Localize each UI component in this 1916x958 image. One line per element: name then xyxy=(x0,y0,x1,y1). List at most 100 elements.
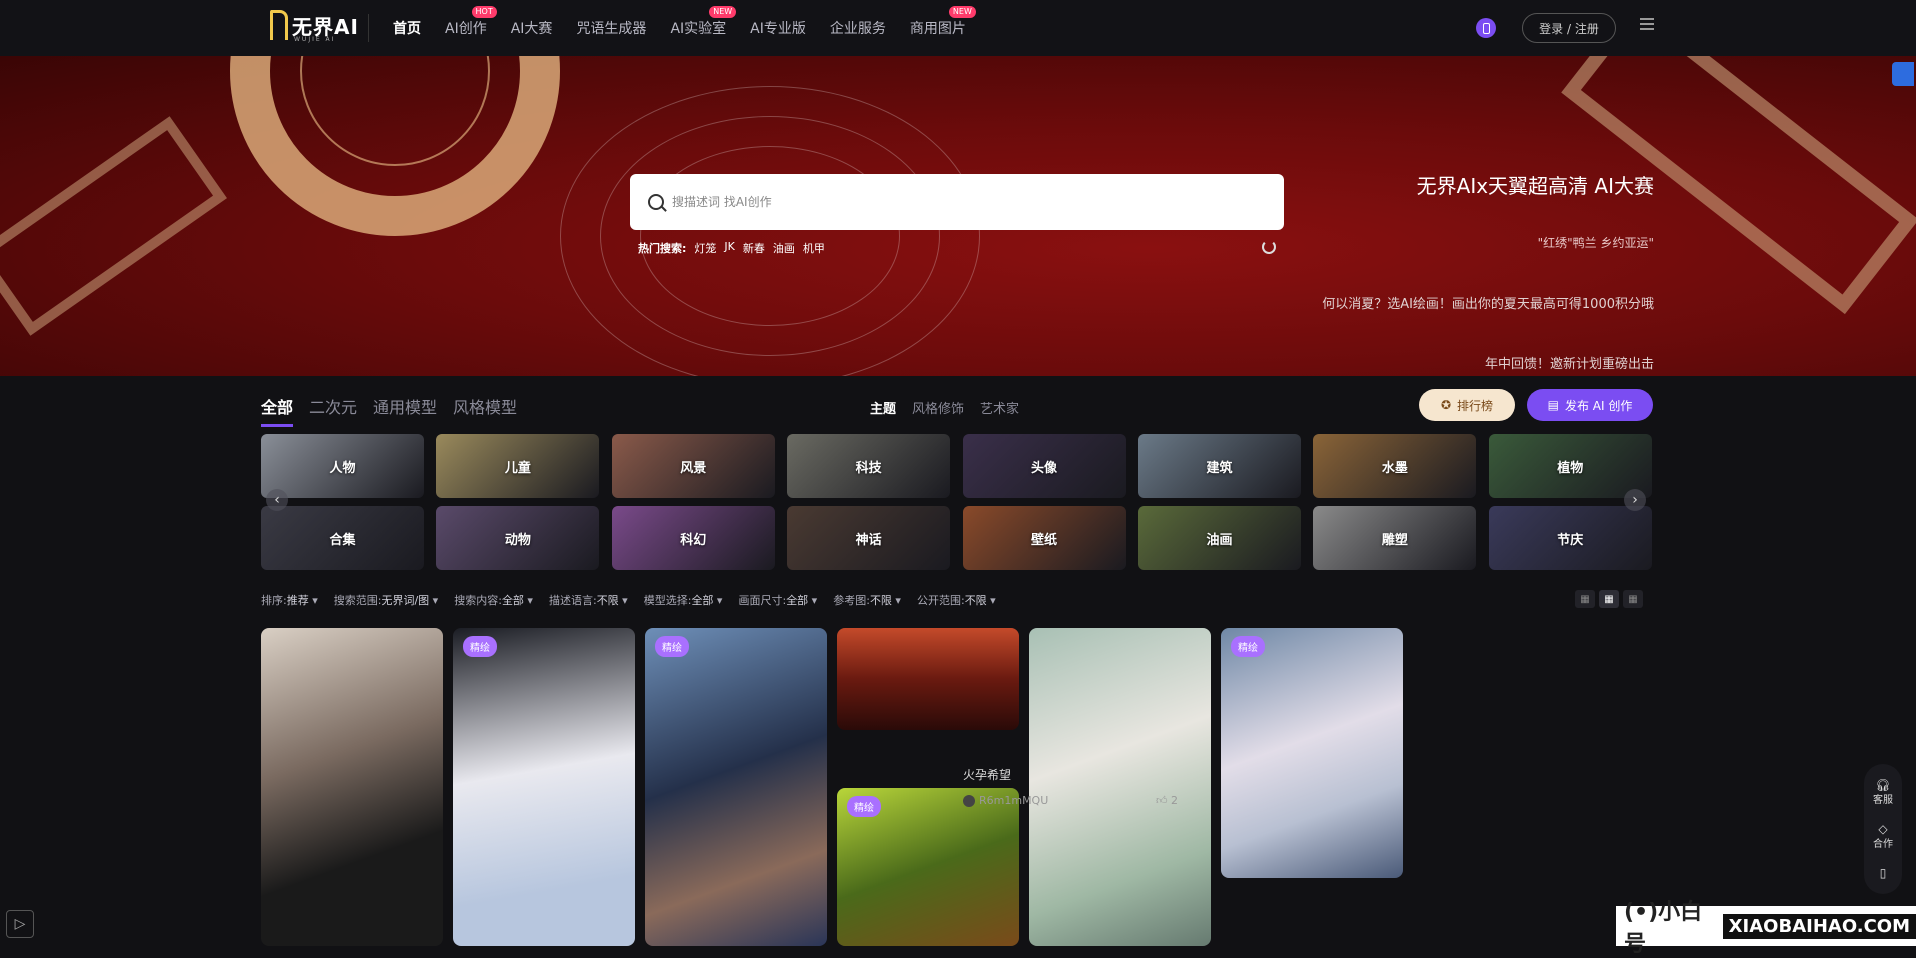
tab-general-model[interactable]: 通用模型 xyxy=(373,394,437,427)
nav-commercial-images[interactable]: 商用图片 NEW xyxy=(910,6,976,38)
publish-label: 发布 AI 创作 xyxy=(1564,398,1633,413)
main-nav: 首页 AI创作 HOT AI大赛 咒语生成器 AI实验室 NEW AI专业版 企业服… xyxy=(393,0,990,56)
hot-term[interactable]: 灯笼 xyxy=(694,240,716,256)
gallery-card[interactable]: 精绘 xyxy=(1221,628,1403,878)
mobile-icon: ▯ xyxy=(1879,866,1887,881)
chevron-down-icon: ▾ xyxy=(808,594,818,607)
category-tile[interactable]: 植物 xyxy=(1488,434,1652,498)
sub-tabs: 主题 风格修饰 艺术家 xyxy=(870,398,1019,417)
logo[interactable]: 无界AI WUJIE AI xyxy=(270,10,359,43)
tab-anime[interactable]: 二次元 xyxy=(309,394,357,427)
nav-ai-lab[interactable]: AI实验室 NEW xyxy=(670,6,737,38)
filter-dropdown[interactable]: 模型选择:全部 ▾ xyxy=(644,592,723,608)
mobile-app-button[interactable] xyxy=(1476,18,1496,38)
handshake-icon: ◇ xyxy=(1878,821,1888,836)
category-tile[interactable]: 雕塑 xyxy=(1313,506,1477,570)
tab-artist[interactable]: 艺术家 xyxy=(980,398,1019,417)
gallery-card[interactable] xyxy=(261,628,443,946)
featured-badge: 精绘 xyxy=(655,636,689,657)
mobile-button[interactable]: ▯ xyxy=(1880,867,1887,879)
chevron-left-icon[interactable]: ‹ xyxy=(266,489,288,511)
nav-enterprise[interactable]: 企业服务 xyxy=(830,18,886,38)
nav-home[interactable]: 首页 xyxy=(393,18,421,38)
category-tile[interactable]: 头像 xyxy=(962,434,1126,498)
customer-service-button[interactable]: 🎧︎ 客服 xyxy=(1873,779,1893,806)
nav-ai-contest[interactable]: AI大赛 xyxy=(511,18,553,38)
tab-style-model[interactable]: 风格模型 xyxy=(453,394,517,427)
filter-value: 推荐 xyxy=(286,594,309,607)
gallery-card[interactable] xyxy=(1029,628,1211,946)
tab-all[interactable]: 全部 xyxy=(261,394,294,427)
filter-value: 全部 xyxy=(501,594,524,607)
hero-subtitle-1[interactable]: "红绣"鸭兰 乡约亚运" xyxy=(1538,234,1654,251)
gallery-card[interactable]: 精绘 xyxy=(645,628,827,946)
category-tile[interactable]: 建筑 xyxy=(1137,434,1301,498)
filter-dropdown[interactable]: 描述语言:不限 ▾ xyxy=(549,592,628,608)
tab-style-modifier[interactable]: 风格修饰 xyxy=(912,398,964,417)
collapse-sidebar-icon[interactable]: ▷ xyxy=(6,910,34,938)
leaderboard-button[interactable]: ✪ 排行榜 xyxy=(1419,389,1515,421)
gallery-card[interactable]: 精绘 xyxy=(453,628,635,946)
filter-label: 搜索内容: xyxy=(454,594,502,607)
filter-label: 模型选择: xyxy=(643,594,692,607)
chevron-down-icon: ▾ xyxy=(986,594,996,607)
filter-dropdown[interactable]: 公开范围:不限 ▾ xyxy=(917,592,996,608)
filter-label: 描述语言: xyxy=(548,594,597,607)
nav-prompt-generator[interactable]: 咒语生成器 xyxy=(576,18,646,38)
category-tile[interactable]: 油画 xyxy=(1137,506,1301,570)
category-tile[interactable]: 人物 xyxy=(261,434,424,498)
side-edge-widget-icon[interactable] xyxy=(1892,62,1914,86)
hero-subtitle-2[interactable]: 何以消夏？选AI绘画！画出你的夏天最高可得1000积分哦 xyxy=(1322,293,1654,312)
logo-subtext: WUJIE AI xyxy=(294,36,336,43)
hero-subtitle-3[interactable]: 年中回馈！邀新计划重磅出击 xyxy=(1485,353,1654,372)
chevron-down-icon: ▾ xyxy=(308,594,318,607)
category-tile[interactable]: 儿童 xyxy=(436,434,600,498)
filter-dropdown[interactable]: 排序:推荐 ▾ xyxy=(261,592,318,608)
filter-dropdown[interactable]: 参考图:不限 ▾ xyxy=(833,592,901,608)
refresh-icon[interactable] xyxy=(1262,240,1276,254)
search-input[interactable] xyxy=(672,195,1232,209)
nav-ai-create[interactable]: AI创作 HOT xyxy=(445,6,497,38)
menu-icon[interactable] xyxy=(1640,18,1654,32)
hot-term[interactable]: JK xyxy=(724,240,734,256)
hot-term[interactable]: 机甲 xyxy=(803,240,825,256)
filter-dropdown[interactable]: 搜索范围:无界词/图 ▾ xyxy=(334,592,438,608)
chevron-down-icon: ▾ xyxy=(523,594,533,607)
large-grid-view-icon[interactable]: ▦ xyxy=(1575,590,1595,608)
card-title[interactable]: 火孕希望 xyxy=(963,766,1011,783)
cooperation-button[interactable]: ◇ 合作 xyxy=(1873,823,1893,850)
category-tile[interactable]: 动物 xyxy=(436,506,600,570)
search-box[interactable] xyxy=(630,174,1284,230)
category-tile[interactable]: 科幻 xyxy=(611,506,775,570)
category-tile[interactable]: 节庆 xyxy=(1488,506,1652,570)
nav-ai-pro[interactable]: AI专业版 xyxy=(750,18,806,38)
document-icon: ▤ xyxy=(1547,398,1559,412)
filter-label: 参考图: xyxy=(833,594,870,607)
category-tile[interactable]: 神话 xyxy=(787,506,951,570)
hot-term[interactable]: 新春 xyxy=(743,240,765,256)
gallery-card[interactable]: 精绘 xyxy=(837,788,1019,946)
hero-title[interactable]: 无界AIx天翼超高清 AI大赛 xyxy=(1417,170,1654,199)
publish-ai-creation-button[interactable]: ▤ 发布 AI 创作 xyxy=(1527,389,1653,421)
category-tile[interactable]: 风景 xyxy=(611,434,775,498)
medium-grid-view-icon[interactable]: ▦ xyxy=(1599,590,1619,608)
category-tile[interactable]: 水墨 xyxy=(1313,434,1477,498)
small-grid-view-icon[interactable]: ▦ xyxy=(1623,590,1643,608)
category-tile[interactable]: 壁纸 xyxy=(962,506,1126,570)
chevron-right-icon[interactable]: › xyxy=(1624,489,1646,511)
login-register-button[interactable]: 登录 / 注册 xyxy=(1522,13,1616,43)
leaderboard-label: 排行榜 xyxy=(1457,398,1494,413)
filter-dropdown[interactable]: 搜索内容:全部 ▾ xyxy=(454,592,533,608)
category-tile[interactable]: 合集 xyxy=(261,506,424,570)
search-icon xyxy=(648,194,664,210)
tab-theme[interactable]: 主题 xyxy=(870,398,896,417)
filter-bar: 排序:推荐 ▾ 搜索范围:无界词/图 ▾ 搜索内容:全部 ▾ 描述语言:不限 ▾ 模型选… xyxy=(261,592,996,608)
chevron-down-icon: ▾ xyxy=(618,594,628,607)
card-likes[interactable]: 👍︎ 2 xyxy=(1156,794,1178,807)
category-tile[interactable]: 科技 xyxy=(787,434,951,498)
thumb-up-icon: 👍︎ xyxy=(1156,794,1171,807)
gallery-card[interactable] xyxy=(837,628,1019,730)
card-author[interactable]: R6m1mMQU xyxy=(963,794,1048,807)
hot-term[interactable]: 油画 xyxy=(773,240,795,256)
filter-dropdown[interactable]: 画面尺寸:全部 ▾ xyxy=(738,592,817,608)
